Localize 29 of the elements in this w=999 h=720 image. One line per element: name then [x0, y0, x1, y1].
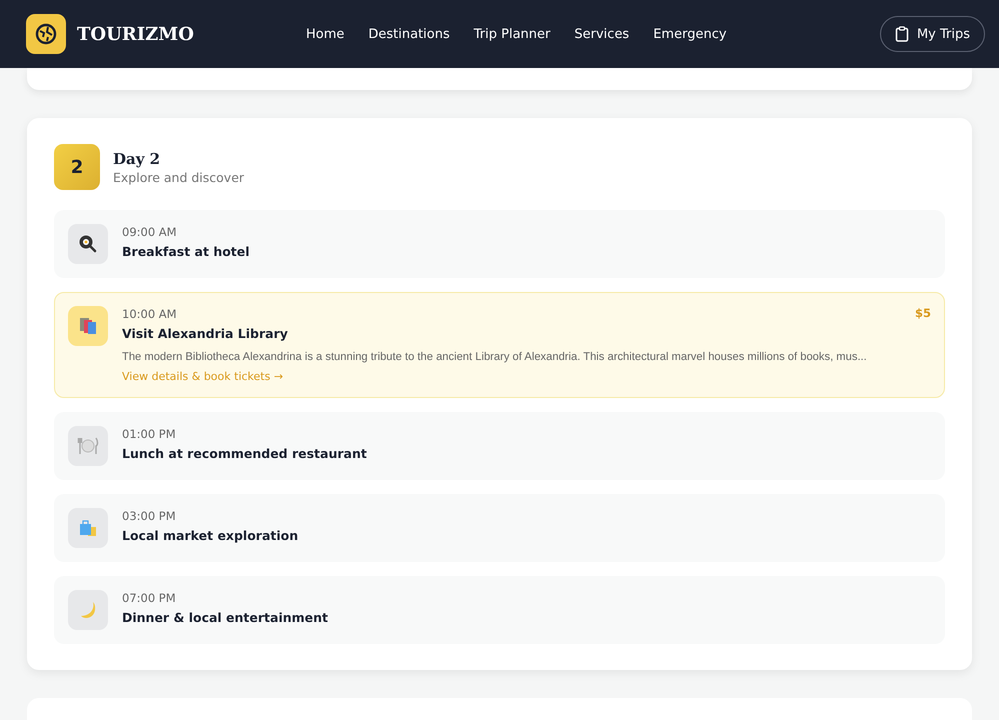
shopping-bag-icon: [78, 518, 98, 538]
activity-time: 09:00 AM: [122, 225, 177, 239]
activity-time: 01:00 PM: [122, 427, 176, 441]
day-title: Day 2: [113, 150, 162, 168]
nav-link[interactable]: Trip Planner: [474, 26, 550, 42]
my-trips-button[interactable]: My Trips: [880, 16, 985, 52]
brand-name: TOURIZMO: [77, 24, 194, 44]
activity-title: Visit Alexandria Library: [122, 326, 289, 341]
frying-pan-icon: [78, 234, 98, 254]
nav-link[interactable]: Destinations: [368, 26, 450, 42]
nav-link[interactable]: Emergency: [653, 26, 727, 42]
books-icon: [78, 316, 98, 336]
logo-icon: [26, 14, 66, 54]
day-subtitle: Explore and discover: [113, 170, 244, 184]
activity-time: 07:00 PM: [122, 591, 176, 605]
activity-time: 03:00 PM: [122, 509, 176, 523]
activity-title: Breakfast at hotel: [122, 244, 251, 259]
activity-title: Dinner & local entertainment: [122, 610, 330, 625]
activity-item[interactable]: [54, 292, 945, 398]
activity-description: The modern Bibliotheca Alexandrina is a stunning tribute to the ancient Library of Alexandria. This architectural marvel houses millions of books, mus...: [122, 351, 868, 363]
plate-and-cutlery-icon: [77, 436, 99, 456]
activity-title: Local market exploration: [122, 528, 300, 543]
day-number: 2: [54, 144, 100, 190]
nav-link[interactable]: Home: [306, 26, 344, 42]
activity-price: $5: [914, 306, 931, 321]
activity-time: 10:00 AM: [122, 307, 177, 321]
clipboard-icon: [894, 26, 909, 42]
nav-link[interactable]: Services: [574, 26, 630, 42]
activity-title: Lunch at recommended restaurant: [122, 446, 368, 461]
